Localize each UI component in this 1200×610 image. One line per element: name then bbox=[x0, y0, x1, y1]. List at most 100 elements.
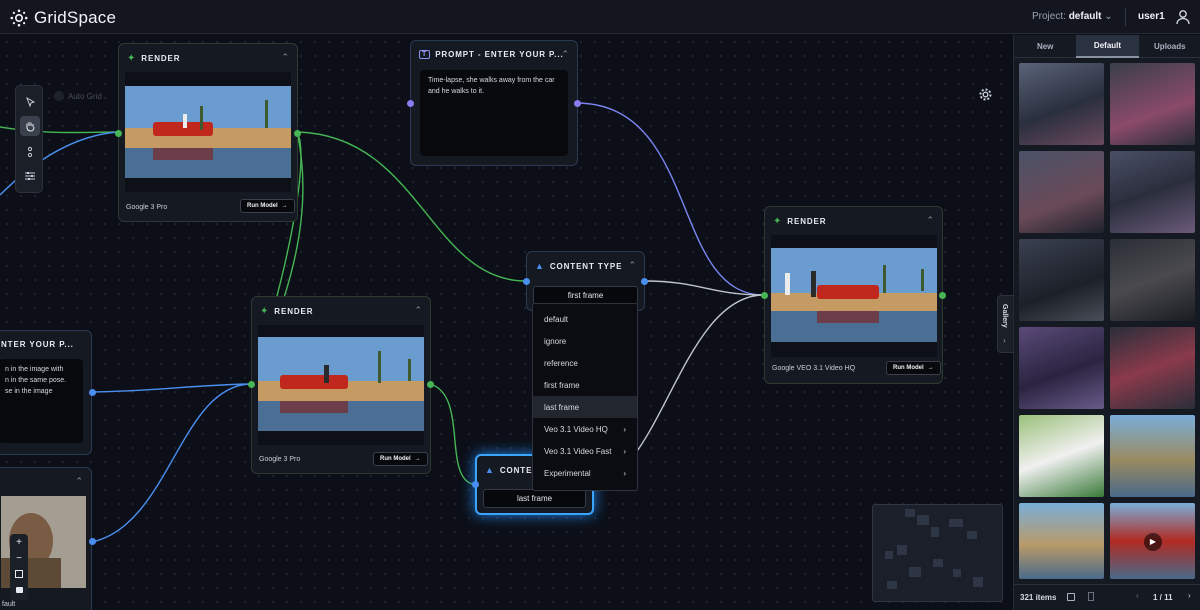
project-label: Project: bbox=[1032, 11, 1066, 22]
dropdown-option-reference[interactable]: reference bbox=[533, 352, 637, 374]
run-model-button[interactable]: Run Model → bbox=[240, 199, 295, 213]
settings-sliders-button[interactable] bbox=[20, 166, 40, 186]
content-type-select[interactable]: last frame bbox=[483, 489, 586, 508]
auto-grid-toggle[interactable]: Auto Grid bbox=[54, 91, 102, 101]
output-port[interactable] bbox=[294, 130, 301, 137]
output-port[interactable] bbox=[641, 278, 648, 285]
top-bar: GridSpace Project: default ⌄ user1 bbox=[0, 0, 1200, 34]
gallery-thumbnail[interactable] bbox=[1110, 239, 1195, 321]
gallery-thumbnail[interactable] bbox=[1019, 239, 1104, 321]
render-model-caption: Google VEO 3.1 Video HQ bbox=[772, 365, 856, 372]
input-port[interactable] bbox=[115, 130, 122, 137]
gallery-item-count: 321 items bbox=[1020, 593, 1057, 602]
dropdown-option-veo-hq[interactable]: Veo 3.1 Video HQ › bbox=[533, 418, 637, 440]
input-port[interactable] bbox=[761, 292, 768, 299]
lock-button[interactable] bbox=[10, 582, 28, 598]
gallery-thumbnail[interactable] bbox=[1019, 415, 1104, 497]
output-port[interactable] bbox=[89, 538, 96, 545]
chevron-up-icon[interactable]: ⌃ bbox=[926, 215, 934, 226]
gallery-thumbnail[interactable] bbox=[1019, 503, 1104, 579]
node-canvas[interactable]: Auto Grid ✦ RENDER ⌃ Google 3 Pro Run Mod… bbox=[0, 35, 1013, 610]
prompt-node-header: NTER YOUR P... bbox=[1, 340, 74, 349]
gallery-thumbnail[interactable] bbox=[1110, 151, 1195, 233]
output-port[interactable] bbox=[939, 292, 946, 299]
content-type-dropdown: default ignore reference first frame las… bbox=[532, 303, 638, 491]
dropdown-option-veo-fast[interactable]: Veo 3.1 Video Fast › bbox=[533, 440, 637, 462]
chevron-up-icon[interactable]: ⌃ bbox=[628, 260, 636, 271]
tab-uploads[interactable]: Uploads bbox=[1138, 35, 1200, 58]
user-icon[interactable] bbox=[1175, 9, 1191, 25]
render-node-1[interactable]: ✦ RENDER ⌃ Google 3 Pro Run Model → bbox=[115, 43, 301, 222]
settings-gear-icon[interactable] bbox=[978, 87, 993, 107]
chevron-up-icon[interactable]: ⌃ bbox=[414, 305, 422, 316]
project-selector[interactable]: Project: default ⌄ bbox=[1032, 11, 1113, 22]
chevron-right-icon: › bbox=[623, 468, 626, 478]
dropdown-option-default[interactable]: default bbox=[533, 308, 637, 330]
gallery-thumbnail[interactable] bbox=[1019, 327, 1104, 409]
prompt-text[interactable]: n in the image with n in the same pose. … bbox=[0, 359, 83, 443]
tab-default[interactable]: Default bbox=[1076, 35, 1139, 58]
hand-icon bbox=[26, 122, 35, 132]
input-port[interactable] bbox=[248, 381, 255, 388]
gallery-thumbnail[interactable] bbox=[1110, 327, 1195, 409]
app-name: GridSpace bbox=[34, 8, 117, 27]
prev-page-icon[interactable]: ‹ bbox=[1136, 591, 1139, 600]
connect-tool-button[interactable] bbox=[20, 142, 40, 162]
shapes-icon: ▲ bbox=[535, 261, 545, 271]
gallery-thumbnail[interactable] bbox=[1019, 151, 1104, 233]
trash-icon[interactable] bbox=[1088, 592, 1094, 601]
output-port[interactable] bbox=[89, 389, 96, 396]
username[interactable]: user1 bbox=[1138, 11, 1165, 22]
gallery-toggle[interactable]: Gallery › bbox=[997, 295, 1013, 353]
run-model-button[interactable]: Run Model → bbox=[886, 361, 941, 375]
output-port[interactable] bbox=[574, 100, 581, 107]
minimap[interactable] bbox=[872, 504, 1003, 602]
render-node-3[interactable]: ✦ RENDER ⌃ Google VEO 3.1 Video HQ Run Mo… bbox=[761, 206, 946, 384]
dropdown-option-last-frame[interactable]: last frame bbox=[533, 396, 637, 418]
prompt-text-line: n in the same pose. bbox=[5, 376, 67, 384]
sliders-icon bbox=[25, 172, 35, 180]
render-node-title: RENDER bbox=[141, 54, 181, 63]
pan-tool-button[interactable] bbox=[20, 116, 40, 136]
minimap-node bbox=[897, 545, 907, 555]
sparkle-icon: ✦ bbox=[260, 306, 270, 317]
minimap-node bbox=[973, 577, 983, 587]
input-port[interactable] bbox=[472, 481, 479, 488]
render-node-title: RENDER bbox=[787, 217, 827, 226]
prompt-node-partial[interactable]: NTER YOUR P... n in the image with n in … bbox=[0, 330, 96, 455]
minimap-node bbox=[931, 527, 939, 537]
arrow-right-icon: → bbox=[927, 365, 934, 371]
prompt-node[interactable]: T PROMPT - ENTER YOUR P... ⌃ Time-lapse, … bbox=[407, 40, 581, 166]
chevron-up-icon[interactable]: ⌃ bbox=[561, 49, 569, 60]
content-type-node-1[interactable]: ▲ CONTENT TYPE ⌃ first frame bbox=[523, 251, 648, 311]
dropdown-option-ignore[interactable]: ignore bbox=[533, 330, 637, 352]
zoom-in-button[interactable]: + bbox=[10, 534, 28, 550]
gallery-thumbnail[interactable] bbox=[1019, 63, 1104, 145]
output-port[interactable] bbox=[427, 381, 434, 388]
gallery-thumbnail[interactable] bbox=[1110, 415, 1195, 497]
fit-view-button[interactable] bbox=[10, 566, 28, 582]
next-page-icon[interactable]: › bbox=[1188, 591, 1191, 600]
minimap-node bbox=[917, 515, 929, 525]
dropdown-option-experimental[interactable]: Experimental › bbox=[533, 462, 637, 484]
input-port[interactable] bbox=[407, 100, 414, 107]
select-all-checkbox[interactable] bbox=[1067, 593, 1075, 601]
input-port[interactable] bbox=[523, 278, 530, 285]
gallery-tabs: New Default Uploads bbox=[1014, 35, 1200, 58]
gallery-thumbnail-video[interactable]: ▶ bbox=[1110, 503, 1195, 579]
render-node-2[interactable]: ✦ RENDER ⌃ Google 3 Pro Run Model → bbox=[248, 296, 434, 474]
gallery-thumbnail[interactable] bbox=[1110, 63, 1195, 145]
sparkle-icon: ✦ bbox=[773, 216, 783, 227]
run-model-button[interactable]: Run Model → bbox=[373, 452, 428, 466]
chevron-up-icon[interactable]: ⌃ bbox=[281, 52, 289, 63]
app-logo[interactable]: GridSpace bbox=[10, 8, 116, 28]
play-icon: ▶ bbox=[1144, 533, 1162, 551]
dropdown-option-first-frame[interactable]: first frame bbox=[533, 374, 637, 396]
render-node-header: ✦ RENDER bbox=[127, 53, 180, 64]
tab-new[interactable]: New bbox=[1014, 35, 1077, 58]
zoom-out-button[interactable]: − bbox=[10, 550, 28, 566]
run-model-label: Run Model bbox=[893, 365, 924, 371]
select-tool-button[interactable] bbox=[20, 92, 40, 112]
prompt-text[interactable]: Time-lapse, she walks away from the car … bbox=[420, 70, 568, 156]
chevron-up-icon[interactable]: ⌃ bbox=[75, 476, 83, 487]
